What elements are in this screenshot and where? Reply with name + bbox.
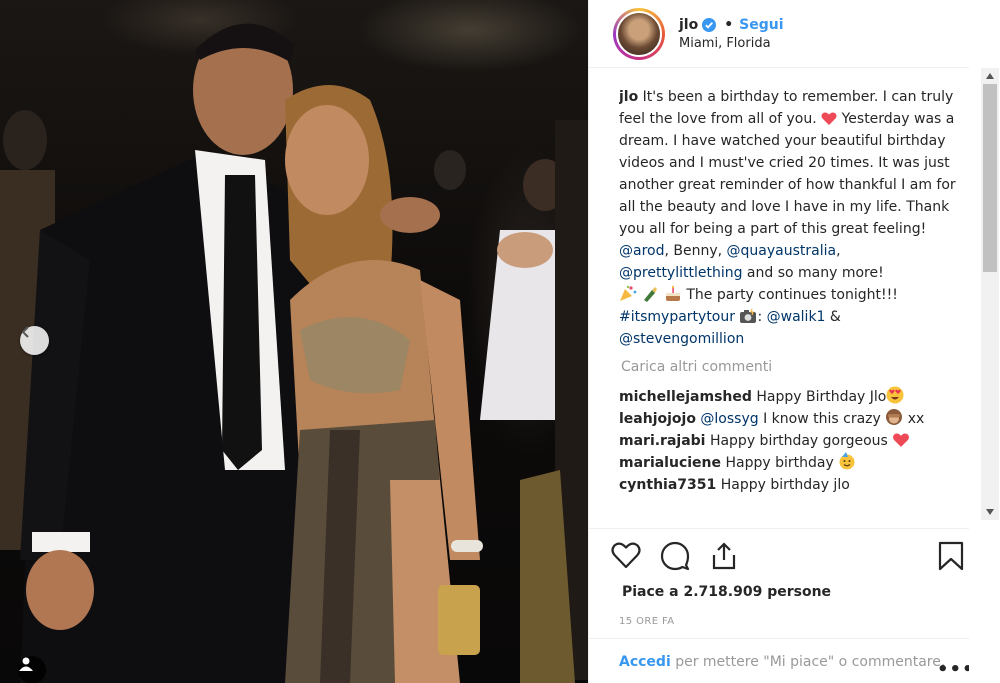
comment-text: I know this crazy: [763, 411, 881, 427]
caption-text-party: The party continues tonight!!!: [686, 287, 898, 303]
party-face-emoji-icon: [839, 452, 855, 470]
red-heart-icon: [821, 112, 837, 125]
comment-item: leahjojojo @lossyg I know this crazy xx: [619, 408, 959, 430]
comment-username-link[interactable]: mari.rajabi: [619, 433, 705, 449]
comment-item: mari.rajabi Happy birthday gorgeous: [619, 430, 959, 452]
speech-bubble-icon: [660, 541, 690, 571]
login-link[interactable]: Accedi: [619, 654, 671, 670]
caption: jlo It's been a birthday to remember. I …: [619, 86, 957, 350]
scrollbar-thumb[interactable]: [983, 84, 997, 272]
photo-illustration: [0, 23, 588, 683]
login-prompt-text: per mettere "Mi piace" o commentare.: [675, 654, 946, 670]
comment-username-link[interactable]: michellejamshed: [619, 389, 752, 405]
comment-username-link[interactable]: leahjojojo: [619, 411, 696, 427]
bookmark-icon: [938, 541, 964, 571]
comment-mention-link[interactable]: @lossyg: [700, 411, 758, 427]
triangle-up-icon: [986, 73, 994, 79]
mention-walik1-link[interactable]: @walik1: [767, 309, 826, 325]
caption-author-link[interactable]: jlo: [619, 89, 638, 105]
scroll-down-button[interactable]: [981, 504, 999, 520]
separator-dot: •: [724, 16, 734, 33]
red-heart-icon: [893, 433, 910, 447]
verified-badge-icon: [702, 17, 717, 32]
caption-colon: :: [757, 309, 763, 325]
share-button[interactable]: [709, 541, 739, 575]
comment-button[interactable]: [660, 541, 690, 575]
tagged-users-button[interactable]: [18, 656, 46, 683]
username-link[interactable]: jlo: [679, 17, 698, 33]
caption-ampersand: &: [825, 309, 841, 325]
scroll-up-button[interactable]: [981, 68, 999, 84]
user-line: jlo • Segui: [679, 17, 784, 33]
avatar-image: [616, 10, 662, 57]
comment-text: Happy Birthday Jlo: [756, 389, 887, 405]
login-prompt: Accedi per mettere "Mi piace" o commenta…: [589, 638, 969, 683]
champagne-bottle-icon: [644, 287, 658, 302]
header-text: jlo • Segui Miami, Florida: [679, 17, 784, 51]
comment-item: cynthia7351 Happy birthday jlo: [619, 474, 959, 496]
comment-item: marialuciene Happy birthday: [619, 452, 959, 474]
likes-count[interactable]: Piace a 2.718.909 persone: [622, 584, 831, 600]
caption-comma: ,: [836, 243, 841, 259]
comments-section: jlo It's been a birthday to remember. I …: [619, 86, 959, 526]
carousel-previous-button[interactable]: [20, 326, 49, 355]
hashtag-link[interactable]: #itsmypartytour: [619, 309, 735, 325]
like-button[interactable]: [611, 541, 641, 573]
comment-item: michellejamshed Happy Birthday Jlo: [619, 386, 959, 408]
comment-text: Happy birthday gorgeous: [709, 433, 888, 449]
save-button[interactable]: [938, 541, 964, 575]
party-popper-icon: [620, 285, 637, 301]
see-no-evil-monkey-icon: [886, 409, 903, 425]
avatar[interactable]: [613, 7, 665, 60]
user-icon: [19, 657, 33, 671]
caption-text-more: and so many more!: [742, 265, 884, 281]
instagram-post: jlo • Segui Miami, Florida jlo It's been…: [0, 0, 1000, 683]
mention-quayaustralia-link[interactable]: @quayaustralia: [727, 243, 837, 259]
caption-text-benny: , Benny,: [664, 243, 727, 259]
comment-text: Happy birthday: [725, 455, 834, 471]
caption-text-2: Yesterday was a dream. I have watched yo…: [619, 111, 956, 237]
comments-scrollbar[interactable]: [981, 68, 999, 520]
mention-stevengomillion-link[interactable]: @stevengomillion: [619, 331, 744, 347]
post-details-panel: jlo • Segui Miami, Florida jlo It's been…: [588, 0, 1000, 683]
load-more-comments-button[interactable]: Carica altri commenti: [621, 356, 959, 378]
mention-prettylittlething-link[interactable]: @prettylittlething: [619, 265, 742, 281]
action-bar: [589, 528, 969, 584]
mention-arod-link[interactable]: @arod: [619, 243, 664, 259]
heart-eyes-emoji-icon: [886, 386, 904, 404]
post-header: jlo • Segui Miami, Florida: [589, 0, 969, 68]
comment-suffix: xx: [907, 411, 925, 427]
chevron-left-icon: [21, 326, 29, 338]
camera-flash-icon: [740, 308, 757, 323]
comment-username-link[interactable]: cynthia7351: [619, 477, 716, 493]
triangle-down-icon: [986, 509, 994, 515]
post-photo[interactable]: [0, 0, 588, 683]
comment-username-link[interactable]: marialuciene: [619, 455, 721, 471]
comment-text: Happy birthday jlo: [720, 477, 850, 493]
heart-outline-icon: [611, 542, 641, 569]
post-timestamp[interactable]: 15 ORE FA: [619, 616, 675, 627]
location-link[interactable]: Miami, Florida: [679, 36, 784, 51]
birthday-cake-icon: [665, 285, 680, 301]
share-upload-icon: [712, 542, 736, 570]
follow-button[interactable]: Segui: [739, 17, 783, 33]
more-options-icon[interactable]: •••: [937, 659, 969, 680]
